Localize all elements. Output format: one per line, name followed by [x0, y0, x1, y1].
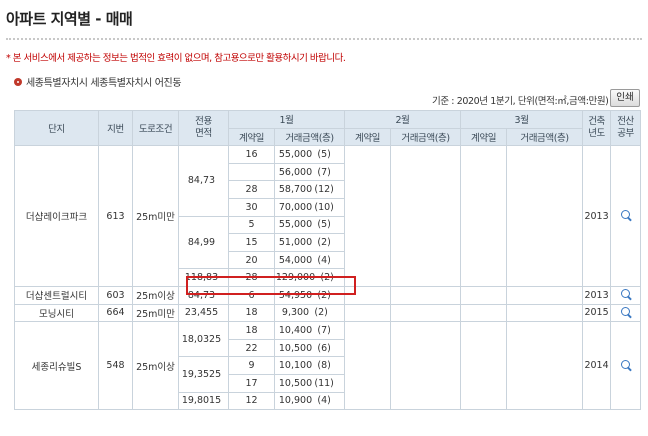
road-condition: 25m미만	[132, 145, 179, 287]
contract-day	[228, 162, 275, 182]
header-contract-day: 계약일	[344, 127, 392, 147]
header-price-floor: 거래금액(층)	[390, 127, 462, 147]
contract-day: 22	[228, 338, 275, 358]
location-pin-icon	[14, 78, 22, 86]
complex-name: 더샵레이크파크	[14, 145, 99, 287]
register-lookup[interactable]	[610, 303, 642, 323]
price-cell: 9,300 (2)	[273, 303, 346, 323]
lot-number: 613	[98, 145, 133, 287]
price-cell: 55,000 (5)	[273, 145, 346, 164]
price-cell: 70,000 (10)	[273, 197, 346, 217]
location-text: 세종특별자치시 세종특별자치시 어진동	[26, 78, 182, 89]
header-price-floor: 거래금액(층)	[273, 127, 346, 147]
contract-day: 17	[228, 373, 275, 393]
header-lot: 지번	[98, 109, 133, 147]
price-cell: 129,000 (2)	[273, 268, 346, 287]
road-condition: 25m이상	[132, 321, 179, 411]
table-row: 세종리슈빌S 548 25m이상 18,0325 18 10,400 (7) 20…	[14, 321, 642, 411]
area-value: 84,73	[178, 285, 229, 305]
area-value: 18,0325	[178, 321, 229, 358]
table-row: 더샵레이크파크 613 25m미만 84,73 16 55,000 (5) 201…	[14, 145, 642, 287]
lot-number: 603	[98, 285, 133, 305]
contract-day: 18	[228, 321, 275, 340]
area-value: 23,455	[178, 303, 229, 323]
register-lookup[interactable]	[610, 321, 642, 411]
built-year: 2014	[582, 321, 612, 411]
contract-day: 28	[228, 268, 275, 287]
price-cell: 56,000 (7)	[273, 162, 346, 182]
contract-day: 28	[228, 180, 275, 199]
magnifier-icon[interactable]	[621, 289, 631, 299]
area-value: 84,99	[178, 215, 229, 270]
contract-day: 12	[228, 391, 275, 411]
header-road: 도로조건	[132, 109, 179, 147]
header-built-year: 건축 년도	[582, 109, 612, 147]
built-year: 2015	[582, 303, 612, 323]
title-divider	[6, 38, 642, 40]
header-area: 전용 면적	[178, 109, 229, 147]
contract-day: 5	[228, 215, 275, 235]
header-price-floor: 거래금액(층)	[506, 127, 584, 147]
contract-day: 9	[228, 356, 275, 375]
lot-number: 664	[98, 303, 133, 323]
header-register: 전산 공부	[610, 109, 642, 147]
road-condition: 25m이상	[132, 285, 179, 305]
header-complex: 단지	[14, 109, 99, 147]
price-cell: 10,400 (7)	[273, 321, 346, 340]
magnifier-icon[interactable]	[621, 210, 631, 220]
contract-day: 16	[228, 145, 275, 164]
disclaimer-notice: * 본 서비스에서 제공하는 정보는 법적인 효력이 없으며, 참고용으로만 활…	[6, 53, 346, 64]
register-lookup[interactable]	[610, 145, 642, 287]
built-year: 2013	[582, 285, 612, 305]
contract-day: 30	[228, 197, 275, 217]
price-cell: 54,000 (4)	[273, 250, 346, 270]
unit-info: 기준 : 2020년 1분기, 단위(면적:㎡,금액:만원)	[432, 96, 609, 107]
contract-day: 15	[228, 233, 275, 252]
price-cell: 10,500 (11)	[273, 373, 346, 393]
contract-day: 6	[228, 285, 275, 305]
road-condition: 25m미만	[132, 303, 179, 323]
header-month-3: 3월	[460, 110, 584, 129]
complex-name: 세종리슈빌S	[14, 321, 99, 411]
price-cell: 10,500 (6)	[273, 338, 346, 358]
magnifier-icon[interactable]	[621, 306, 631, 316]
built-year: 2013	[582, 145, 612, 287]
price-cell: 10,100 (8)	[273, 356, 346, 375]
table-row: 모닝시티 664 25m미만 23,455 18 9,300 (2) 2015	[14, 303, 642, 323]
print-button[interactable]: 인쇄	[610, 89, 640, 107]
price-cell: 58,700 (12)	[273, 180, 346, 199]
area-value: 19,8015	[178, 391, 229, 411]
header-month-1: 1월	[227, 110, 346, 129]
page-title: 아파트 지역별 - 매매	[6, 10, 133, 28]
area-value: 118,83	[178, 268, 229, 287]
lot-number: 548	[98, 321, 133, 411]
area-value: 84,73	[178, 145, 229, 217]
header-contract-day: 계약일	[460, 127, 508, 147]
transaction-table: 단지 지번 도로조건 전용 면적 1월 2월 3월 건축 년도 전산 공부 계약…	[14, 109, 642, 411]
contract-day: 20	[228, 250, 275, 270]
price-cell: 55,000 (5)	[273, 215, 346, 235]
header-month-2: 2월	[344, 110, 462, 129]
price-cell: 51,000 (2)	[273, 233, 346, 252]
location-label: 세종특별자치시 세종특별자치시 어진동	[14, 74, 182, 89]
price-cell: 10,900 (4)	[273, 391, 346, 411]
table-row: 더샵센트럴시티 603 25m이상 84,73 6 54,950 (2) 2013	[14, 285, 642, 305]
area-value: 19,3525	[178, 356, 229, 393]
price-cell: 54,950 (2)	[273, 285, 346, 305]
contract-day: 18	[228, 303, 275, 323]
register-lookup[interactable]	[610, 285, 642, 305]
complex-name: 모닝시티	[14, 303, 99, 323]
complex-name: 더샵센트럴시티	[14, 285, 99, 305]
magnifier-icon[interactable]	[621, 359, 631, 369]
header-contract-day: 계약일	[228, 127, 275, 147]
